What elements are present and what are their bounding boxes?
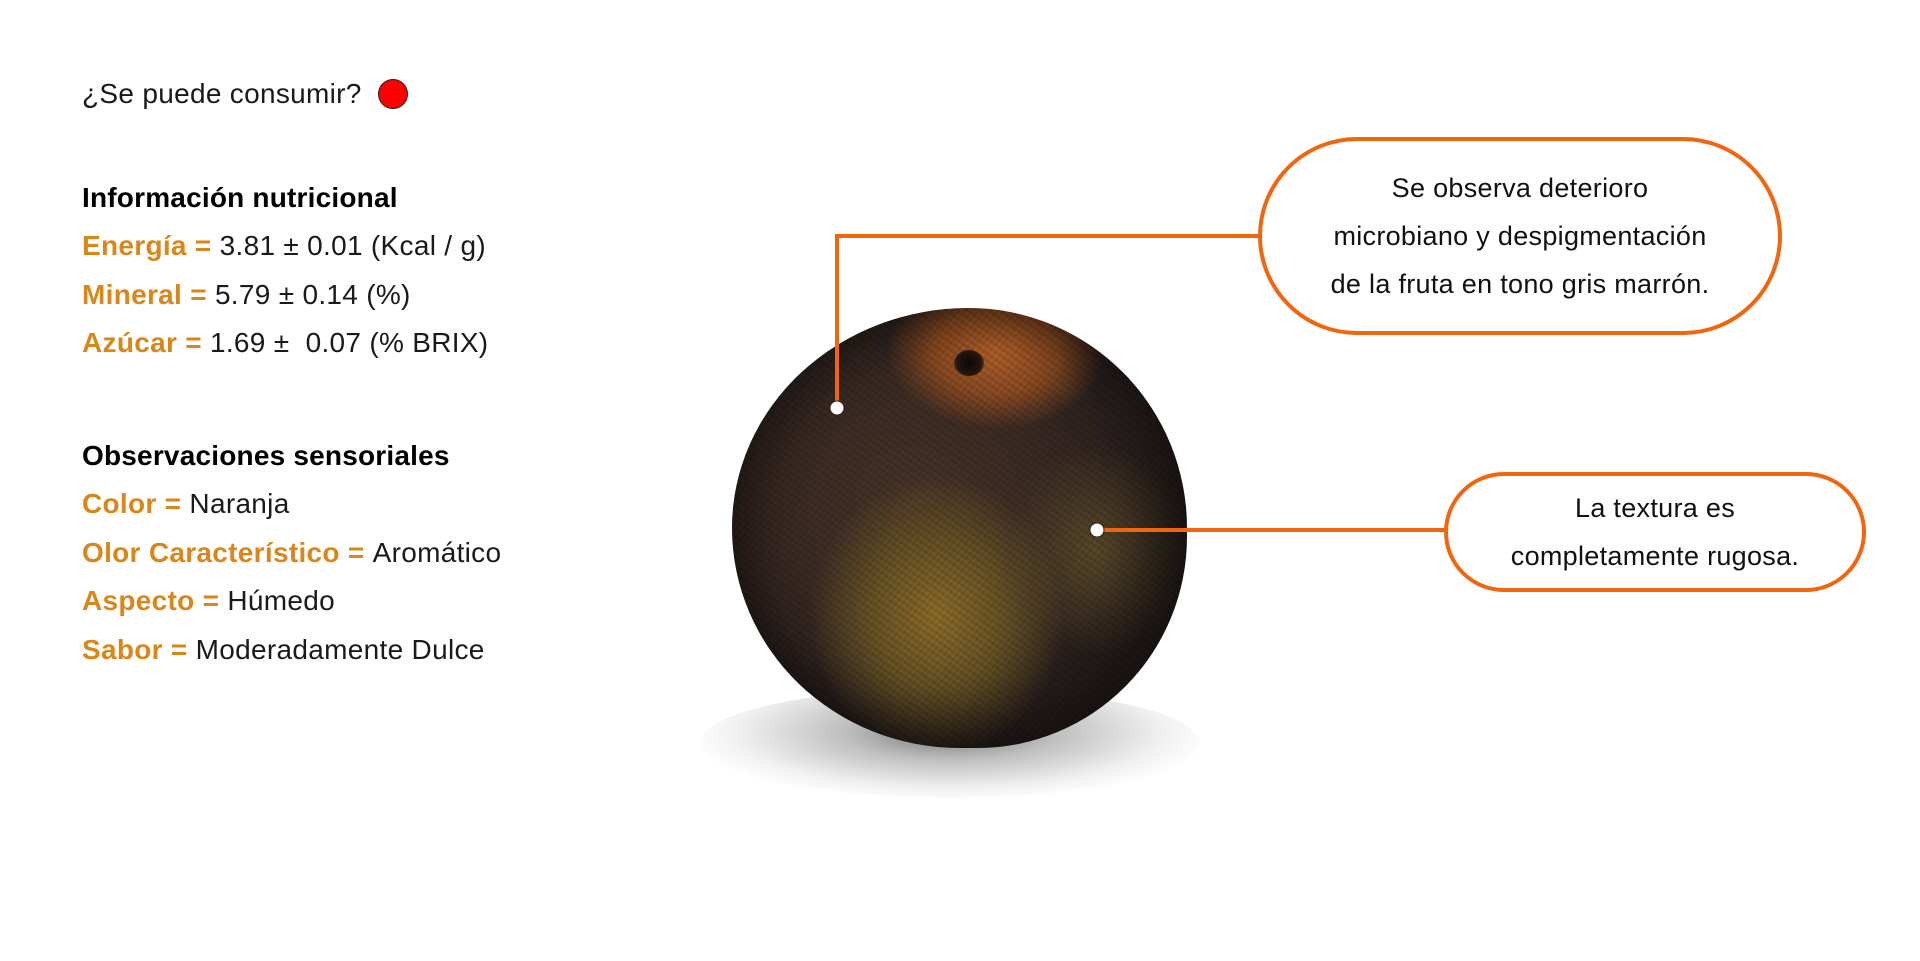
nutrition-item-azucar: Azúcar = 1.69 ± 0.07 (% BRIX) bbox=[82, 319, 488, 368]
callout-textura: La textura es completamente rugosa. bbox=[1444, 472, 1866, 592]
fruit-info-sheet: ¿Se puede consumir? Información nutricio… bbox=[0, 0, 1920, 961]
sensory-item-key: Aspecto = bbox=[82, 585, 228, 616]
sensory-item-key: Olor Característico = bbox=[82, 536, 373, 568]
nutrition-heading: Información nutricional bbox=[82, 182, 398, 213]
nutrition-item-mineral: Mineral = 5.79 ± 0.14 (%) bbox=[82, 271, 488, 320]
nutrition-item-value: 1.69 ± 0.07 (% BRIX) bbox=[209, 327, 489, 358]
nutrition-item-key: Mineral = bbox=[82, 278, 215, 310]
sensory-item-color: Color = Naranja bbox=[82, 480, 501, 529]
stem-cavity bbox=[954, 350, 984, 376]
nutrition-section: Información nutricional Energía = 3.81 ±… bbox=[82, 182, 488, 368]
nutrition-item-key: Energía = bbox=[82, 230, 220, 261]
wrinkled-texture bbox=[732, 308, 1187, 748]
sensory-item-value: Aromático bbox=[372, 536, 502, 568]
sensory-item-value: Húmedo bbox=[227, 585, 336, 616]
fruit-image bbox=[700, 298, 1220, 798]
decayed-fruit bbox=[732, 308, 1187, 748]
nutrition-item-value: 3.81 ± 0.01 (Kcal / g) bbox=[219, 230, 486, 261]
callout-textura-text: La textura es completamente rugosa. bbox=[1511, 484, 1799, 580]
sensory-item-value: Naranja bbox=[189, 488, 290, 519]
nutrition-item-energia: Energía = 3.81 ± 0.01 (Kcal / g) bbox=[82, 222, 488, 271]
sensory-heading: Observaciones sensoriales bbox=[82, 440, 450, 471]
sensory-item-key: Sabor = bbox=[82, 633, 196, 665]
callout-text-line: La textura es bbox=[1575, 493, 1735, 523]
sensory-item-sabor: Sabor = Moderadamente Dulce bbox=[82, 626, 501, 675]
callout-text-line: microbiano y despigmentación bbox=[1333, 221, 1707, 251]
edibility-question: ¿Se puede consumir? bbox=[82, 78, 362, 109]
nutrition-item-key: Azúcar = bbox=[82, 327, 210, 358]
sensory-item-olor: Olor Característico = Aromático bbox=[82, 529, 501, 578]
sensory-item-aspecto: Aspecto = Húmedo bbox=[82, 577, 501, 626]
callout-deterioro-text: Se observa deterioro microbiano y despig… bbox=[1331, 164, 1710, 308]
sensory-section: Observaciones sensoriales Color = Naranj… bbox=[82, 440, 501, 674]
nutrition-item-value: 5.79 ± 0.14 (%) bbox=[214, 278, 411, 310]
callout-text-line: completamente rugosa. bbox=[1510, 541, 1800, 571]
edibility-indicator-dot bbox=[377, 79, 408, 109]
edibility-row: ¿Se puede consumir? bbox=[82, 78, 408, 110]
callout-text-line: de la fruta en tono gris marrón. bbox=[1330, 269, 1710, 299]
callout-deterioro: Se observa deterioro microbiano y despig… bbox=[1258, 137, 1782, 335]
sensory-item-value: Moderadamente Dulce bbox=[195, 633, 485, 665]
callout-text-line: Se observa deterioro bbox=[1391, 173, 1649, 203]
sensory-item-key: Color = bbox=[82, 488, 190, 519]
